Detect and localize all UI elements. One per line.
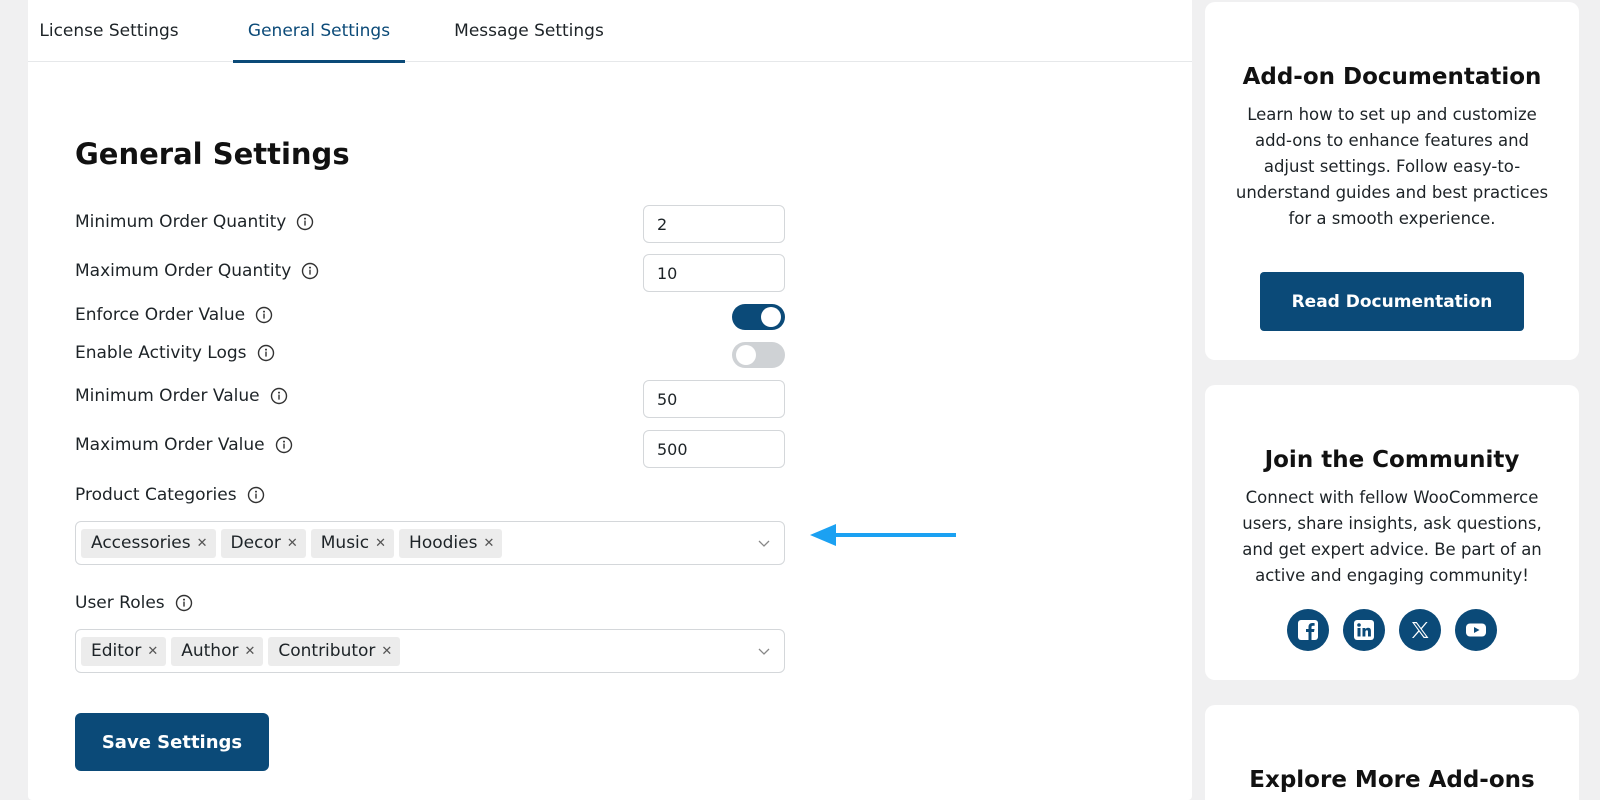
read-documentation-button[interactable]: Read Documentation <box>1260 272 1524 331</box>
max-order-value-input[interactable] <box>643 430 785 468</box>
min-order-qty-input[interactable] <box>643 205 785 243</box>
max-order-value-label-text: Maximum Order Value <box>75 435 265 455</box>
enable-activity-logs-label: Enable Activity Logs <box>75 343 275 363</box>
enforce-order-value-label-text: Enforce Order Value <box>75 305 246 325</box>
documentation-title: Add-on Documentation <box>1242 64 1542 90</box>
chip-label: Author <box>181 641 239 661</box>
toggle-knob <box>761 307 781 327</box>
max-order-qty-input[interactable] <box>643 254 785 292</box>
chip-label: Decor <box>230 533 281 553</box>
youtube-icon[interactable] <box>1455 609 1497 651</box>
chip-label: Accessories <box>91 533 191 553</box>
chip-label: Contributor <box>278 641 376 661</box>
enforce-order-value-label: Enforce Order Value <box>75 305 273 325</box>
info-icon[interactable] <box>257 344 275 362</box>
role-chip: Contributor ✕ <box>268 636 401 666</box>
product-categories-label: Product Categories <box>75 485 265 505</box>
enforce-order-value-toggle[interactable] <box>732 304 785 330</box>
user-roles-label-text: User Roles <box>75 593 165 613</box>
tab-license-settings[interactable]: License Settings <box>28 0 190 62</box>
category-chip: Decor ✕ <box>220 528 306 558</box>
min-order-value-input[interactable] <box>643 380 785 418</box>
min-order-qty-label: Minimum Order Quantity <box>75 212 314 232</box>
remove-chip-icon[interactable]: ✕ <box>483 536 494 551</box>
max-order-qty-label: Maximum Order Quantity <box>75 261 319 281</box>
chip-label: Music <box>320 533 370 553</box>
explore-addons-title: Explore More Add-ons <box>1249 767 1535 793</box>
settings-panel: License Settings General Settings Messag… <box>28 0 1192 800</box>
social-links <box>1205 609 1579 651</box>
info-icon[interactable] <box>301 262 319 280</box>
info-icon[interactable] <box>247 486 265 504</box>
remove-chip-icon[interactable]: ✕ <box>244 644 255 659</box>
tab-general-settings[interactable]: General Settings <box>233 0 405 63</box>
community-card: Join the Community Connect with fellow W… <box>1205 385 1579 680</box>
community-title: Join the Community <box>1264 447 1520 473</box>
info-icon[interactable] <box>175 594 193 612</box>
tab-message-settings[interactable]: Message Settings <box>448 0 610 62</box>
user-roles-label: User Roles <box>75 593 193 613</box>
community-text: Connect with fellow WooCommerce users, s… <box>1242 488 1542 585</box>
chevron-down-icon[interactable] <box>756 643 772 659</box>
max-order-value-label: Maximum Order Value <box>75 435 293 455</box>
info-icon[interactable] <box>296 213 314 231</box>
linkedin-icon[interactable] <box>1343 609 1385 651</box>
min-order-value-label: Minimum Order Value <box>75 386 288 406</box>
role-chip: Author ✕ <box>171 636 264 666</box>
annotation-arrow-icon <box>810 524 956 546</box>
product-categories-label-text: Product Categories <box>75 485 237 505</box>
chip-label: Editor <box>91 641 142 661</box>
info-icon[interactable] <box>255 306 273 324</box>
remove-chip-icon[interactable]: ✕ <box>147 644 158 659</box>
min-order-value-label-text: Minimum Order Value <box>75 386 260 406</box>
enable-activity-logs-toggle[interactable] <box>732 342 785 368</box>
min-order-qty-label-text: Minimum Order Quantity <box>75 212 287 232</box>
max-order-qty-label-text: Maximum Order Quantity <box>75 261 292 281</box>
chip-label: Hoodies <box>409 533 478 553</box>
remove-chip-icon[interactable]: ✕ <box>375 536 386 551</box>
category-chip: Music ✕ <box>310 528 395 558</box>
save-settings-button[interactable]: Save Settings <box>75 713 269 771</box>
remove-chip-icon[interactable]: ✕ <box>287 536 298 551</box>
facebook-icon[interactable] <box>1287 609 1329 651</box>
toggle-knob <box>736 345 756 365</box>
section-title: General Settings <box>75 137 350 171</box>
category-chip: Hoodies ✕ <box>399 528 503 558</box>
documentation-card: Add-on Documentation Learn how to set up… <box>1205 2 1579 360</box>
info-icon[interactable] <box>270 387 288 405</box>
x-icon[interactable] <box>1399 609 1441 651</box>
documentation-text: Learn how to set up and customize add-on… <box>1235 105 1549 228</box>
category-chip: Accessories ✕ <box>81 528 216 558</box>
product-categories-select[interactable]: Accessories ✕ Decor ✕ Music ✕ Hoodies ✕ <box>75 521 785 565</box>
remove-chip-icon[interactable]: ✕ <box>197 536 208 551</box>
settings-tabs: License Settings General Settings Messag… <box>28 0 1192 63</box>
user-roles-select[interactable]: Editor ✕ Author ✕ Contributor ✕ <box>75 629 785 673</box>
remove-chip-icon[interactable]: ✕ <box>381 644 392 659</box>
explore-addons-card: Explore More Add-ons <box>1205 705 1579 800</box>
chevron-down-icon[interactable] <box>756 535 772 551</box>
enable-activity-logs-label-text: Enable Activity Logs <box>75 343 247 363</box>
role-chip: Editor ✕ <box>81 636 167 666</box>
info-icon[interactable] <box>275 436 293 454</box>
